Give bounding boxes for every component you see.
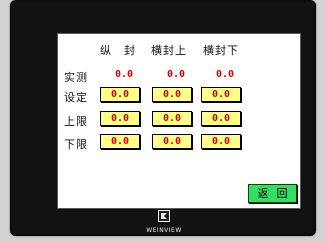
column-header-horizontal-seal-lower: 横封下 bbox=[203, 44, 239, 57]
setpoint-input-longitudinal-seal[interactable]: 0.0 bbox=[100, 87, 140, 102]
column-header-horizontal-seal-upper: 横封上 bbox=[151, 44, 187, 57]
row-label-setpoint: 设定 bbox=[64, 91, 88, 104]
lower-limit-input-horizontal-seal-upper[interactable]: 0.0 bbox=[152, 134, 192, 149]
upper-limit-input-horizontal-seal-lower[interactable]: 0.0 bbox=[201, 111, 241, 126]
measured-value-longitudinal-seal: 0.0 bbox=[114, 69, 134, 80]
row-label-upper-limit: 上限 bbox=[64, 115, 88, 128]
measured-value-horizontal-seal-upper: 0.0 bbox=[166, 69, 186, 80]
upper-limit-input-longitudinal-seal[interactable]: 0.0 bbox=[100, 111, 140, 126]
lower-limit-input-longitudinal-seal[interactable]: 0.0 bbox=[100, 134, 140, 149]
lower-limit-input-horizontal-seal-lower[interactable]: 0.0 bbox=[201, 134, 241, 149]
hmi-bezel: 纵 封 横封上 横封下 实测 0.0 0.0 0.0 设定 0.0 0.0 0.… bbox=[10, 0, 316, 236]
weinview-logo-icon bbox=[158, 210, 170, 222]
upper-limit-input-horizontal-seal-upper[interactable]: 0.0 bbox=[152, 111, 192, 126]
row-label-measured: 实测 bbox=[64, 71, 88, 84]
back-button[interactable]: 返回 bbox=[248, 184, 297, 203]
row-label-lower-limit: 下限 bbox=[64, 138, 88, 151]
hmi-screen: 纵 封 横封上 横封下 实测 0.0 0.0 0.0 设定 0.0 0.0 0.… bbox=[57, 33, 301, 209]
brand-logo: WEINVIEW bbox=[146, 210, 181, 240]
column-header-longitudinal-seal: 纵 封 bbox=[100, 44, 136, 57]
setpoint-input-horizontal-seal-upper[interactable]: 0.0 bbox=[152, 87, 192, 102]
measured-value-horizontal-seal-lower: 0.0 bbox=[215, 69, 235, 80]
brand-name: WEINVIEW bbox=[146, 227, 182, 234]
setpoint-input-horizontal-seal-lower[interactable]: 0.0 bbox=[201, 87, 241, 102]
